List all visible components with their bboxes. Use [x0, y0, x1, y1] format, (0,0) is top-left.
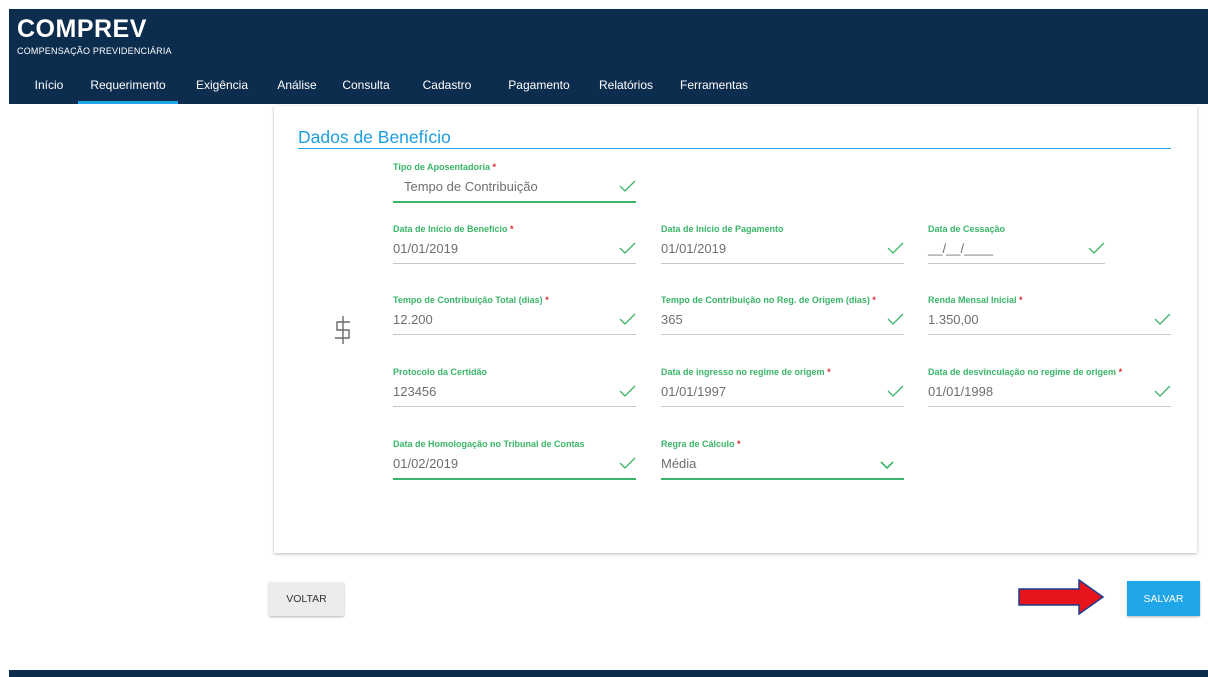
- field-underline: [661, 263, 904, 264]
- check-icon: [1154, 385, 1171, 397]
- nav-item-cadastro[interactable]: Cadastro: [414, 71, 480, 104]
- app-subtitle: COMPENSAÇÃO PREVIDENCIÁRIA: [17, 46, 172, 56]
- check-icon: [619, 242, 636, 254]
- nav-item-inicio[interactable]: Início: [23, 71, 75, 104]
- field-label: Protocolo da Certidão: [393, 367, 488, 377]
- section-title: Dados de Benefício: [298, 127, 451, 147]
- field-underline: [661, 406, 904, 407]
- field-data-homologacao[interactable]: Data de Homologação no Tribunal de Conta…: [393, 439, 636, 499]
- field-data-desvinculacao-regime[interactable]: Data de desvinculação no regime de orige…: [928, 367, 1171, 427]
- input-value[interactable]: 123456: [393, 384, 436, 399]
- input-value[interactable]: 1.350,00: [928, 312, 979, 327]
- nav-item-ferramentas[interactable]: Ferramentas: [669, 71, 759, 104]
- input-value[interactable]: 12.200: [393, 312, 433, 327]
- field-underline: [928, 263, 1105, 264]
- check-icon: [887, 313, 904, 325]
- check-icon: [887, 242, 904, 254]
- field-label: Renda Mensal Inicial: [928, 295, 1017, 305]
- nav-item-pagamento[interactable]: Pagamento: [497, 71, 581, 104]
- app-title: COMPREV: [17, 15, 147, 43]
- dollar-icon: [335, 316, 350, 344]
- nav-item-exigencia[interactable]: Exigência: [188, 71, 256, 104]
- required-marker: *: [737, 439, 741, 449]
- check-icon: [619, 180, 636, 192]
- field-underline: [393, 334, 636, 335]
- field-data-cessacao[interactable]: Data de Cessação __/__/____: [928, 224, 1105, 284]
- field-protocolo-certidao[interactable]: Protocolo da Certidão 123456: [393, 367, 636, 427]
- field-tempo-contribuicao-total[interactable]: Tempo de Contribuição Total (dias) * 12.…: [393, 295, 636, 355]
- section-divider: [298, 148, 1171, 149]
- app-header: COMPREV COMPENSAÇÃO PREVIDENCIÁRIA Iníci…: [9, 9, 1208, 104]
- field-renda-mensal-inicial[interactable]: Renda Mensal Inicial * 1.350,00: [928, 295, 1171, 355]
- check-icon: [887, 385, 904, 397]
- field-underline: [928, 334, 1171, 335]
- input-value[interactable]: 01/01/2019: [393, 241, 458, 256]
- input-value[interactable]: 01/02/2019: [393, 456, 458, 471]
- save-button[interactable]: SALVAR: [1127, 581, 1200, 616]
- field-underline: [393, 201, 636, 203]
- required-marker: *: [827, 367, 831, 377]
- nav-item-relatorios[interactable]: Relatórios: [590, 71, 662, 104]
- check-icon: [1154, 313, 1171, 325]
- red-arrow-icon: [1018, 579, 1105, 615]
- field-data-inicio-pagamento[interactable]: Data de Início de Pagamento 01/01/2019: [661, 224, 904, 284]
- field-label: Tempo de Contribuição Total (dias): [393, 295, 543, 305]
- input-value[interactable]: 365: [661, 312, 683, 327]
- required-marker: *: [1019, 295, 1023, 305]
- field-label: Data de Início de Pagamento: [661, 224, 784, 234]
- field-label: Data de ingresso no regime de origem: [661, 367, 825, 377]
- back-button[interactable]: VOLTAR: [269, 582, 344, 616]
- field-label: Regra de Cálculo: [661, 439, 735, 449]
- required-marker: *: [492, 162, 497, 172]
- field-regra-calculo[interactable]: Regra de Cálculo * Média: [661, 439, 904, 499]
- input-value[interactable]: 01/01/1997: [661, 384, 726, 399]
- required-marker: *: [545, 295, 549, 305]
- field-label: Tipo de Aposentadoria: [393, 162, 491, 172]
- field-tipo-aposentadoria[interactable]: Tipo de Aposentadoria * Tempo de Contrib…: [393, 162, 636, 222]
- required-marker: *: [510, 224, 514, 234]
- input-value[interactable]: 01/01/1998: [928, 384, 993, 399]
- check-icon: [619, 313, 636, 325]
- nav-item-requerimento[interactable]: Requerimento: [78, 71, 178, 104]
- field-label: Data de Homologação no Tribunal de Conta…: [393, 439, 585, 449]
- required-marker: *: [872, 295, 876, 305]
- field-label: Data de Cessação: [928, 224, 1006, 234]
- field-underline: [928, 406, 1171, 407]
- check-icon: [619, 457, 636, 469]
- benefit-form-card: Dados de Benefício Tipo de Aposentadoria…: [274, 106, 1197, 553]
- field-data-ingresso-regime[interactable]: Data de ingresso no regime de origem * 0…: [661, 367, 904, 427]
- check-icon: [1088, 242, 1105, 254]
- field-underline: [393, 263, 636, 264]
- check-icon: [619, 385, 636, 397]
- field-data-inicio-beneficio[interactable]: Data de Início de Benefício * 01/01/2019: [393, 224, 636, 284]
- field-underline: [661, 478, 904, 480]
- field-label: Tempo de Contribuição no Reg. de Origem …: [661, 295, 870, 305]
- chevron-down-icon[interactable]: [880, 461, 894, 470]
- input-value[interactable]: 01/01/2019: [661, 241, 726, 256]
- nav-item-analise[interactable]: Análise: [267, 71, 327, 104]
- nav-item-consulta[interactable]: Consulta: [336, 71, 396, 104]
- field-label: Data de desvinculação no regime de orige…: [928, 367, 1117, 377]
- field-tempo-contribuicao-origem[interactable]: Tempo de Contribuição no Reg. de Origem …: [661, 295, 904, 355]
- field-underline: [661, 334, 904, 335]
- select-value[interactable]: Tempo de Contribuição: [404, 179, 538, 194]
- field-underline: [393, 406, 636, 407]
- app-footer: [9, 670, 1208, 677]
- required-marker: *: [1118, 367, 1123, 377]
- field-label: Data de Início de Benefício: [393, 224, 508, 234]
- field-underline: [393, 478, 636, 480]
- select-value[interactable]: Média: [661, 456, 696, 471]
- input-value[interactable]: __/__/____: [928, 241, 993, 256]
